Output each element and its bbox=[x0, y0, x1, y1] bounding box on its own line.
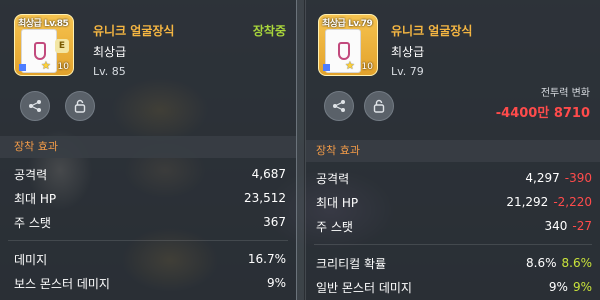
face-accessory-image bbox=[325, 29, 361, 73]
item-grade: 최상급 bbox=[391, 45, 425, 59]
star-icon: ★ bbox=[345, 59, 355, 72]
share-icon bbox=[29, 100, 41, 112]
stat-diff: 8.6% bbox=[561, 256, 593, 270]
icon-equipped-badge: E bbox=[55, 39, 69, 53]
item-name: 유니크 얼굴장식 bbox=[391, 24, 473, 38]
stat-value: 9% bbox=[548, 280, 568, 294]
item-icon: 최상급 Lv.85 E ★ 10 bbox=[14, 14, 74, 76]
stat-row-attack: 공격력 4,687 bbox=[14, 163, 286, 185]
icon-star-count: 10 bbox=[361, 62, 373, 72]
stat-label: 최대 HP bbox=[14, 191, 57, 206]
stat-value: 4,687 bbox=[251, 167, 286, 181]
divider bbox=[8, 240, 288, 241]
stat-value: 340 bbox=[544, 219, 568, 233]
stat-value: 23,512 bbox=[244, 191, 286, 205]
icon-blue-marker bbox=[19, 64, 26, 71]
star-icon: ★ bbox=[41, 59, 51, 72]
equipped-status: 장착중 bbox=[252, 24, 286, 38]
stat-row-max-hp: 최대 HP 23,512 bbox=[14, 187, 286, 209]
lock-button[interactable] bbox=[364, 91, 394, 121]
stat-value: 8.6% bbox=[526, 256, 557, 270]
stat-diff: 9% bbox=[572, 280, 592, 294]
combat-power-change-value: -4400만 8710 bbox=[495, 106, 590, 121]
stat-row-critical-rate: 크리티컬 확률 8.6% 8.6% bbox=[316, 252, 592, 274]
stat-row-max-hp: 최대 HP 21,292 -2,220 bbox=[316, 191, 592, 213]
stat-value: 367 bbox=[263, 215, 286, 229]
share-icon bbox=[333, 100, 345, 112]
stat-label: 공격력 bbox=[14, 167, 48, 182]
stat-row-damage: 데미지 16.7% bbox=[14, 248, 286, 270]
lock-icon bbox=[74, 99, 86, 113]
equipped-item-tooltip: 최상급 Lv.85 E ★ 10 유니크 얼굴장식 장착중 최상급 Lv. 85… bbox=[0, 0, 296, 300]
stat-label: 최대 HP bbox=[316, 195, 359, 210]
icon-grade-level-label: 최상급 Lv.79 bbox=[322, 19, 373, 29]
stat-value: 16.7% bbox=[247, 252, 286, 266]
item-name: 유니크 얼굴장식 bbox=[93, 24, 175, 38]
stat-diff: -27 bbox=[572, 219, 592, 233]
panel-divider bbox=[296, 0, 305, 300]
stat-diff: -390 bbox=[564, 171, 592, 185]
stat-label: 데미지 bbox=[14, 252, 48, 267]
stat-label: 공격력 bbox=[316, 171, 350, 186]
compare-item-tooltip: 최상급 Lv.79 ★ 10 유니크 얼굴장식 최상급 Lv. 79 전투력 변… bbox=[305, 0, 600, 300]
combat-power-change-label: 전투력 변화 bbox=[540, 88, 590, 99]
item-icon: 최상급 Lv.79 ★ 10 bbox=[318, 14, 378, 76]
stat-value: 21,292 bbox=[506, 195, 549, 209]
stat-label: 보스 몬스터 데미지 bbox=[14, 276, 110, 291]
stat-label: 일반 몬스터 데미지 bbox=[316, 280, 412, 295]
stat-label: 주 스탯 bbox=[14, 215, 51, 230]
face-accessory-image bbox=[21, 29, 57, 73]
share-button[interactable] bbox=[20, 91, 50, 121]
stat-label: 크리티컬 확률 bbox=[316, 256, 387, 271]
item-level: Lv. 85 bbox=[93, 65, 126, 78]
icon-star-count: 10 bbox=[57, 62, 69, 72]
share-button[interactable] bbox=[324, 91, 354, 121]
stat-diff: -2,220 bbox=[553, 195, 592, 209]
lock-icon bbox=[373, 99, 385, 113]
lock-button[interactable] bbox=[65, 91, 95, 121]
stat-row-main-stat: 주 스탯 367 bbox=[14, 211, 286, 233]
divider bbox=[314, 244, 592, 245]
stat-row-normal-monster-damage: 일반 몬스터 데미지 9% 9% bbox=[316, 276, 592, 298]
stat-row-main-stat: 주 스탯 340 -27 bbox=[316, 215, 592, 237]
stat-label: 주 스탯 bbox=[316, 219, 353, 234]
stat-row-attack: 공격력 4,297 -390 bbox=[316, 167, 592, 189]
equip-effect-title: 장착 효과 bbox=[0, 136, 296, 158]
icon-blue-marker bbox=[323, 64, 330, 71]
stat-value: 4,297 bbox=[525, 171, 560, 185]
stat-row-boss-damage: 보스 몬스터 데미지 9% bbox=[14, 272, 286, 294]
item-grade: 최상급 bbox=[93, 45, 127, 59]
item-level: Lv. 79 bbox=[391, 65, 424, 78]
equip-effect-title: 장착 효과 bbox=[306, 140, 600, 162]
stat-value: 9% bbox=[266, 276, 286, 290]
icon-grade-level-label: 최상급 Lv.85 bbox=[18, 19, 69, 29]
